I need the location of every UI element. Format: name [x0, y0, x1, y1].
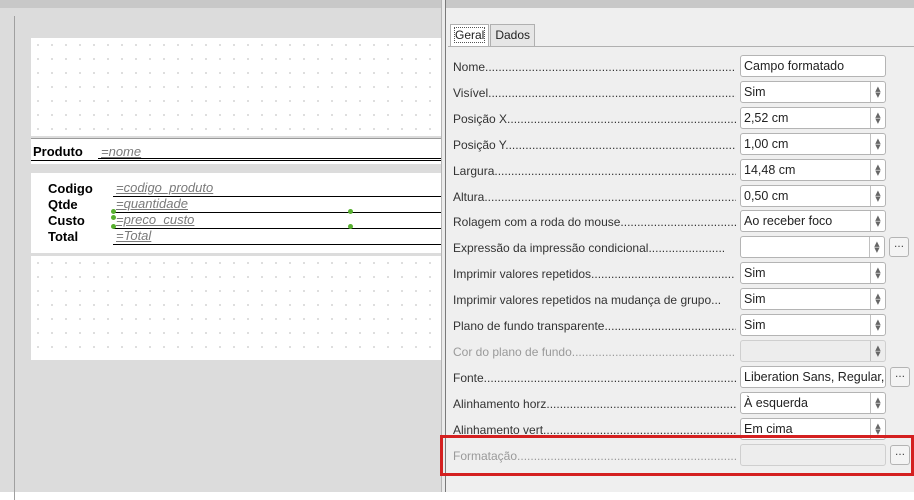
properties-panel: Geral Dados Nome........................…: [446, 0, 914, 492]
property-value: Sim: [744, 266, 766, 281]
property-spin-field[interactable]: 2,52 cm ▲ ▼: [740, 106, 886, 129]
spin-arrows-icon[interactable]: ▲ ▼: [870, 315, 885, 335]
property-label: Posição Y...............................…: [453, 137, 736, 152]
property-value: Sim: [744, 84, 766, 99]
property-value: Em cima: [744, 421, 793, 436]
spin-arrows-icon[interactable]: ▲ ▼: [870, 392, 885, 413]
tab-bar: Geral Dados: [450, 24, 536, 46]
tab-divider: [448, 46, 914, 47]
property-select: ▲ ▼: [740, 339, 886, 362]
tab-dados[interactable]: Dados: [490, 24, 536, 46]
property-value: 1,00 cm: [744, 136, 789, 151]
detail-section[interactable]: Codigo Qtde Custo Total =codigo_produto …: [31, 173, 441, 253]
property-spin-field[interactable]: 0,50 cm ▲ ▼: [740, 184, 886, 207]
property-value: 2,52 cm: [744, 110, 789, 125]
group-header-section[interactable]: Produto =nome: [31, 138, 441, 164]
page-header-section[interactable]: [31, 38, 441, 136]
property-value: À esquerda: [744, 395, 808, 410]
selection-handle[interactable]: [111, 209, 116, 214]
property-row: Rolagem com a roda do mouse.............…: [446, 209, 914, 235]
detail-field-custo[interactable]: =preco_custo: [113, 213, 441, 229]
selection-handle[interactable]: [348, 209, 353, 214]
property-select[interactable]: Sim ▲ ▼: [740, 262, 886, 285]
property-value: Sim: [744, 292, 766, 307]
property-row: Fonte...................................…: [446, 365, 914, 391]
spin-arrows-icon: ▲ ▼: [870, 340, 885, 361]
property-select[interactable]: Sim ▲ ▼: [740, 288, 886, 311]
property-value: Liberation Sans, Regular, 10pt: [744, 369, 885, 384]
property-row: Alinhamento horz........................…: [446, 391, 914, 417]
property-label: Rolagem com a roda do mouse.............…: [453, 215, 736, 230]
spin-arrows-icon[interactable]: ▲ ▼: [870, 81, 885, 102]
property-row: Expressão da impressão condicional......…: [446, 235, 914, 261]
property-select[interactable]: Sim ▲ ▼: [740, 80, 886, 103]
property-select[interactable]: Ao receber foco ▲ ▼: [740, 210, 886, 233]
page-footer-section[interactable]: [31, 256, 441, 360]
property-spin-field[interactable]: ▲ ▼: [740, 236, 885, 259]
property-label: Visível.................................…: [453, 85, 736, 100]
property-row: Posição Y...............................…: [446, 132, 914, 158]
selection-handle[interactable]: [111, 224, 116, 229]
property-spin-field[interactable]: 14,48 cm ▲ ▼: [740, 158, 886, 181]
spin-arrows-icon[interactable]: ▲ ▼: [870, 159, 885, 180]
property-row: Cor do plano de fundo...................…: [446, 339, 914, 365]
property-value: Ao receber foco: [744, 214, 833, 229]
property-row: Altura..................................…: [446, 184, 914, 210]
detail-field-qtde[interactable]: =quantidade: [113, 197, 441, 213]
group-field[interactable]: =nome: [98, 145, 441, 159]
property-row: Visível.................................…: [446, 80, 914, 106]
property-input[interactable]: Campo formatado: [740, 55, 886, 77]
property-value: Campo formatado: [744, 59, 845, 73]
property-select[interactable]: Sim ▲ ▼: [740, 314, 886, 336]
property-row: Plano de fundo transparente.............…: [446, 313, 914, 339]
detail-field-total[interactable]: =Total: [113, 229, 441, 245]
spin-arrows-icon[interactable]: ▲ ▼: [870, 263, 885, 284]
property-label: Fonte...................................…: [453, 370, 736, 385]
ellipsis-icon[interactable]: …: [890, 366, 910, 387]
detail-label-total[interactable]: Total: [48, 229, 78, 244]
property-value: Sim: [744, 318, 766, 332]
property-label: Altura..................................…: [453, 189, 736, 204]
tab-geral[interactable]: Geral: [450, 24, 490, 46]
spin-arrows-icon[interactable]: ▲ ▼: [870, 211, 885, 232]
left-ruler-line: [14, 16, 15, 500]
property-row: Imprimir valores repetidos..............…: [446, 261, 914, 287]
property-label: Expressão da impressão condicional......…: [453, 241, 726, 256]
group-line: [31, 160, 441, 161]
property-select[interactable]: À esquerda ▲ ▼: [740, 391, 886, 414]
detail-label-qtde[interactable]: Qtde: [48, 197, 78, 212]
highlight-box: [440, 435, 914, 476]
property-value: 0,50 cm: [744, 188, 789, 203]
report-design-area[interactable]: Produto =nome Codigo Qtde Custo Total =c…: [0, 0, 441, 500]
selection-handle[interactable]: [348, 224, 353, 229]
spin-arrows-icon[interactable]: ▲ ▼: [870, 107, 885, 128]
property-spin-field[interactable]: 1,00 cm ▲ ▼: [740, 132, 886, 155]
property-label: Cor do plano de fundo...................…: [453, 344, 736, 359]
detail-field-codigo[interactable]: =codigo_produto: [113, 181, 441, 197]
property-value: 14,48 cm: [744, 162, 796, 177]
property-label: Imprimir valores repetidos na mudança de…: [453, 293, 722, 308]
property-label: Alinhamento horz........................…: [453, 396, 736, 411]
spin-arrows-icon[interactable]: ▲ ▼: [869, 237, 884, 258]
property-label: Posição X...............................…: [453, 111, 736, 126]
property-row: Nome....................................…: [446, 54, 914, 80]
spin-arrows-icon[interactable]: ▲ ▼: [870, 289, 885, 310]
ellipsis-icon[interactable]: …: [889, 237, 909, 258]
property-input[interactable]: Liberation Sans, Regular, 10pt: [740, 365, 886, 388]
selection-handle[interactable]: [111, 215, 116, 220]
detail-label-codigo[interactable]: Codigo: [48, 181, 93, 196]
spin-arrows-icon[interactable]: ▲ ▼: [870, 133, 885, 154]
property-label: Largura.................................…: [453, 163, 736, 178]
tab-dados-label: Dados: [495, 28, 531, 42]
tab-geral-label: Geral: [453, 27, 486, 43]
spin-arrows-icon[interactable]: ▲ ▼: [870, 185, 885, 206]
property-row: Imprimir valores repetidos na mudança de…: [446, 287, 914, 313]
property-label: Nome....................................…: [453, 60, 736, 74]
property-row: Largura.................................…: [446, 158, 914, 184]
group-label[interactable]: Produto: [33, 144, 83, 159]
property-row: Posição X...............................…: [446, 106, 914, 132]
detail-label-custo[interactable]: Custo: [48, 213, 85, 228]
property-label: Imprimir valores repetidos..............…: [453, 267, 735, 282]
property-label: Plano de fundo transparente.............…: [453, 319, 736, 333]
